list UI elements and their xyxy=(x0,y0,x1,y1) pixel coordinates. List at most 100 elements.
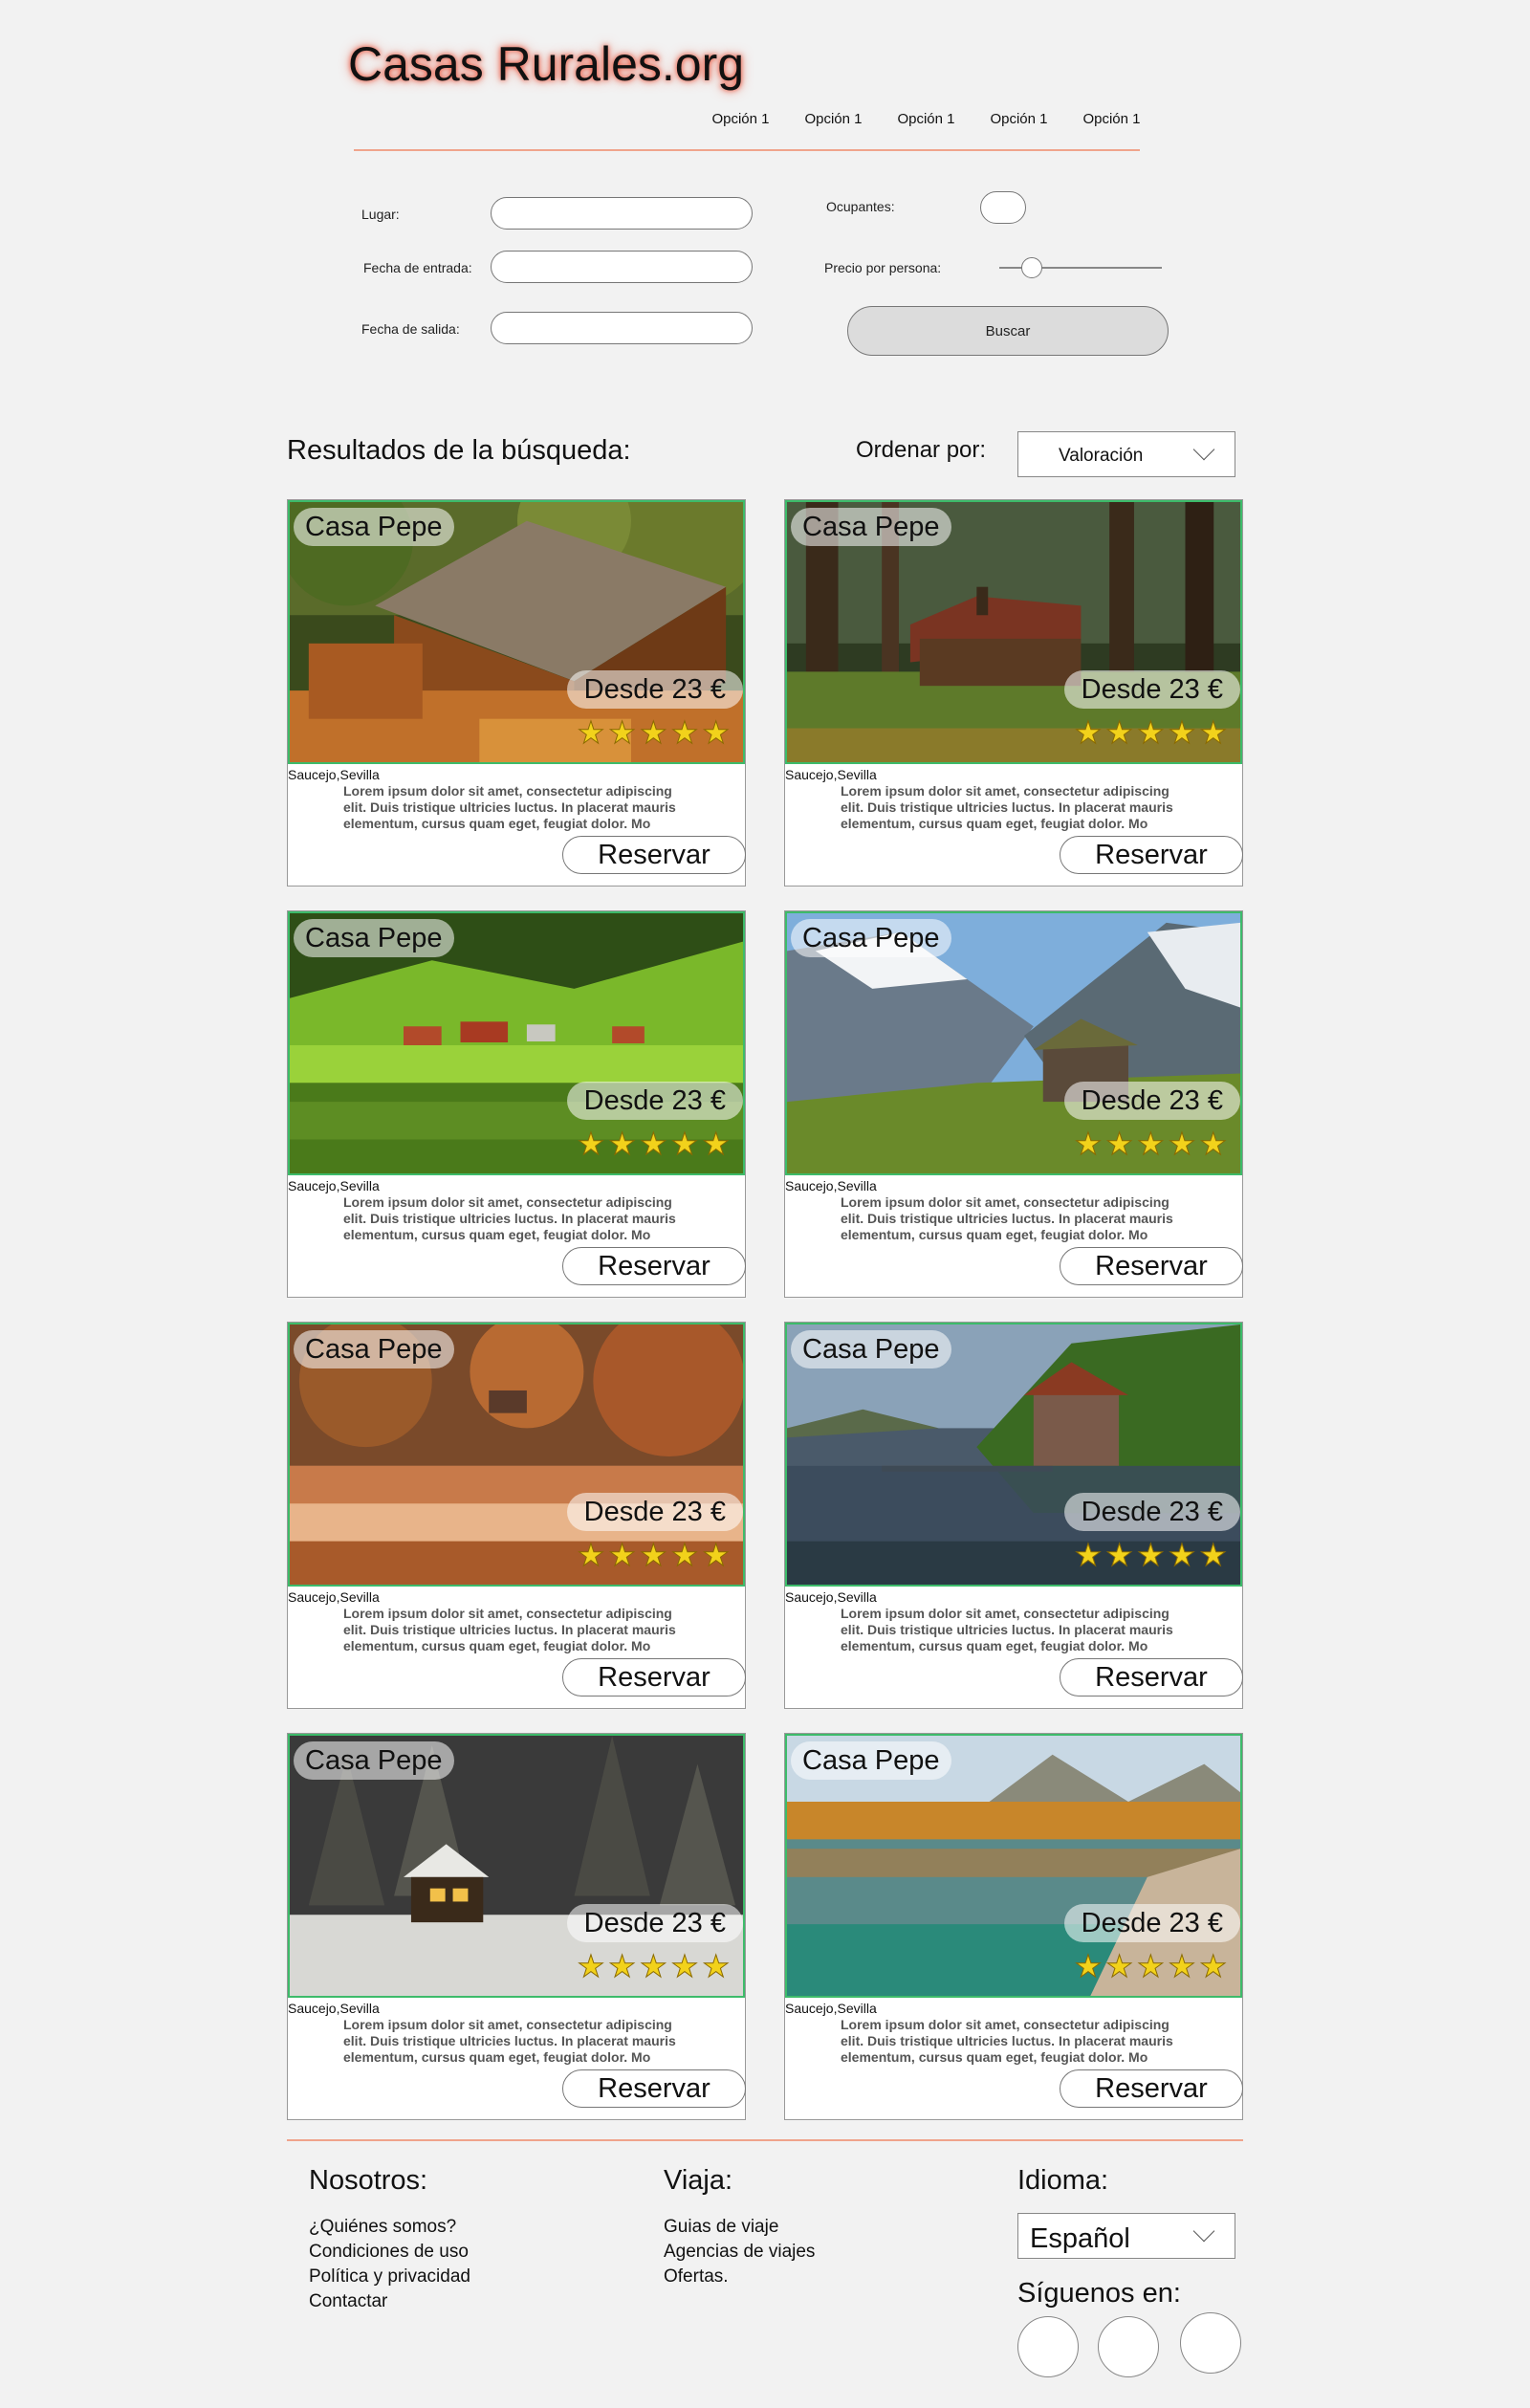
footer-link-travel-agencies[interactable]: Agencias de viajes xyxy=(664,2240,815,2265)
nav-item-5[interactable]: Opción 1 xyxy=(1065,111,1158,127)
place-label: Lugar: xyxy=(361,207,400,222)
property-name: Casa Pepe xyxy=(294,508,454,546)
star-icon: ★ xyxy=(1074,715,1103,750)
star-icon: ★ xyxy=(702,1949,731,1983)
star-icon: ★ xyxy=(1074,1538,1103,1572)
reserve-button[interactable]: Reservar xyxy=(562,2069,746,2108)
sort-label: Ordenar por: xyxy=(856,437,987,463)
star-icon: ★ xyxy=(639,1538,667,1572)
property-card: Casa Pepe Desde 23 € ★ ★ ★ ★ ★ Saucejo,Sevil… xyxy=(784,1322,1243,1709)
property-location: Saucejo,Sevilla xyxy=(288,767,380,782)
property-location: Saucejo,Sevilla xyxy=(785,767,877,782)
property-description: Lorem ipsum dolor sit amet, consectetur … xyxy=(343,783,676,831)
price-slider-thumb[interactable] xyxy=(1021,257,1042,278)
property-price: Desde 23 € xyxy=(1063,670,1240,709)
footer-link-travel-guides[interactable]: Guias de viaje xyxy=(664,2215,815,2240)
star-icon: ★ xyxy=(1168,1538,1196,1572)
star-icon: ★ xyxy=(702,715,731,750)
property-location: Saucejo,Sevilla xyxy=(785,1178,877,1193)
reserve-button[interactable]: Reservar xyxy=(1060,836,1243,874)
language-select[interactable]: Español xyxy=(1017,2213,1235,2259)
star-icon: ★ xyxy=(1168,1127,1196,1161)
footer-travel-title: Viaja: xyxy=(664,2165,733,2196)
nav-item-2[interactable]: Opción 1 xyxy=(787,111,880,127)
property-name: Casa Pepe xyxy=(294,919,454,957)
nav-item-1[interactable]: Opción 1 xyxy=(694,111,787,127)
occupants-input[interactable] xyxy=(980,191,1026,224)
property-price: Desde 23 € xyxy=(566,1493,743,1531)
site-logo[interactable]: Casas Rurales.org xyxy=(348,36,744,92)
occupants-label: Ocupantes: xyxy=(826,199,895,214)
property-card: Casa Pepe Desde 23 € ★ ★ ★ ★ ★ Saucejo,Sevil… xyxy=(287,499,746,887)
star-icon: ★ xyxy=(1199,1949,1228,1983)
property-card: Casa Pepe Desde 23 € ★ ★ ★ ★ ★ Saucejo,Sevil… xyxy=(287,1733,746,2120)
rating-stars: ★ ★ ★ ★ ★ xyxy=(1074,1538,1228,1572)
property-price: Desde 23 € xyxy=(566,670,743,709)
property-price: Desde 23 € xyxy=(566,1082,743,1120)
chevron-down-icon xyxy=(1192,438,1215,461)
property-description: Lorem ipsum dolor sit amet, consectetur … xyxy=(841,1606,1173,1653)
star-icon: ★ xyxy=(577,1127,605,1161)
property-description: Lorem ipsum dolor sit amet, consectetur … xyxy=(343,1606,676,1653)
property-location: Saucejo,Sevilla xyxy=(288,1178,380,1193)
star-icon: ★ xyxy=(1136,715,1165,750)
results-title: Resultados de la búsqueda: xyxy=(287,435,631,466)
language-selected-value: Español xyxy=(1030,2223,1130,2254)
property-location: Saucejo,Sevilla xyxy=(288,2001,380,2016)
reserve-button[interactable]: Reservar xyxy=(1060,1658,1243,1697)
rating-stars: ★ ★ ★ ★ ★ xyxy=(577,1949,731,1983)
property-card: Casa Pepe Desde 23 € ★ ★ ★ ★ ★ Saucejo,Sevil… xyxy=(287,910,746,1298)
star-icon: ★ xyxy=(1199,715,1228,750)
footer-link-privacy[interactable]: Política y privacidad xyxy=(309,2265,470,2289)
property-location: Saucejo,Sevilla xyxy=(785,1589,877,1605)
footer-travel-links: Guias de viaje Agencias de viajes Oferta… xyxy=(664,2215,815,2289)
property-price: Desde 23 € xyxy=(566,1904,743,1942)
reserve-button[interactable]: Reservar xyxy=(562,1247,746,1285)
property-name: Casa Pepe xyxy=(791,1330,951,1368)
footer-link-about-us[interactable]: ¿Quiénes somos? xyxy=(309,2215,470,2240)
nav-item-4[interactable]: Opción 1 xyxy=(973,111,1065,127)
checkout-date-input[interactable] xyxy=(491,312,753,344)
star-icon: ★ xyxy=(1074,1127,1103,1161)
star-icon: ★ xyxy=(639,715,667,750)
star-icon: ★ xyxy=(1105,715,1134,750)
reserve-button[interactable]: Reservar xyxy=(562,1658,746,1697)
star-icon: ★ xyxy=(608,1538,637,1572)
star-icon: ★ xyxy=(1136,1949,1165,1983)
nav-item-3[interactable]: Opción 1 xyxy=(880,111,973,127)
footer-link-offers[interactable]: Ofertas. xyxy=(664,2265,815,2289)
social-icon[interactable] xyxy=(1098,2316,1159,2377)
social-icon[interactable] xyxy=(1017,2316,1079,2377)
footer-follow-title: Síguenos en: xyxy=(1017,2278,1181,2309)
reserve-button[interactable]: Reservar xyxy=(562,836,746,874)
footer-link-terms[interactable]: Condiciones de uso xyxy=(309,2240,470,2265)
place-input[interactable] xyxy=(491,197,753,230)
checkout-label: Fecha de salida: xyxy=(361,321,460,337)
property-location: Saucejo,Sevilla xyxy=(785,2001,877,2016)
property-location: Saucejo,Sevilla xyxy=(288,1589,380,1605)
footer-link-contact[interactable]: Contactar xyxy=(309,2289,470,2314)
checkin-label: Fecha de entrada: xyxy=(363,260,472,275)
property-price: Desde 23 € xyxy=(1063,1082,1240,1120)
rating-stars: ★ ★ ★ ★ ★ xyxy=(577,1538,730,1572)
star-icon: ★ xyxy=(1199,1538,1228,1572)
social-icon[interactable] xyxy=(1180,2312,1241,2374)
checkin-date-input[interactable] xyxy=(491,251,753,283)
rating-stars: ★ ★ ★ ★ ★ xyxy=(1074,1949,1228,1983)
property-description: Lorem ipsum dolor sit amet, consectetur … xyxy=(343,2017,676,2065)
property-card: Casa Pepe Desde 23 € ★ ★ ★ ★ ★ Saucejo,Sevil… xyxy=(784,1733,1243,2120)
footer-about-title: Nosotros: xyxy=(309,2165,428,2196)
reserve-button[interactable]: Reservar xyxy=(1060,1247,1243,1285)
star-icon: ★ xyxy=(1105,1538,1134,1572)
footer-about-links: ¿Quiénes somos? Condiciones de uso Polít… xyxy=(309,2215,470,2314)
sort-select[interactable]: Valoración xyxy=(1017,431,1235,477)
property-description: Lorem ipsum dolor sit amet, consectetur … xyxy=(343,1194,676,1242)
search-button[interactable]: Buscar xyxy=(847,306,1169,356)
footer-language-title: Idioma: xyxy=(1017,2165,1109,2196)
rating-stars: ★ ★ ★ ★ ★ xyxy=(577,1127,730,1161)
reserve-button[interactable]: Reservar xyxy=(1060,2069,1243,2108)
star-icon: ★ xyxy=(577,1949,605,1983)
rating-stars: ★ ★ ★ ★ ★ xyxy=(1074,715,1228,750)
star-icon: ★ xyxy=(1105,1949,1134,1983)
star-icon: ★ xyxy=(1074,1949,1103,1983)
